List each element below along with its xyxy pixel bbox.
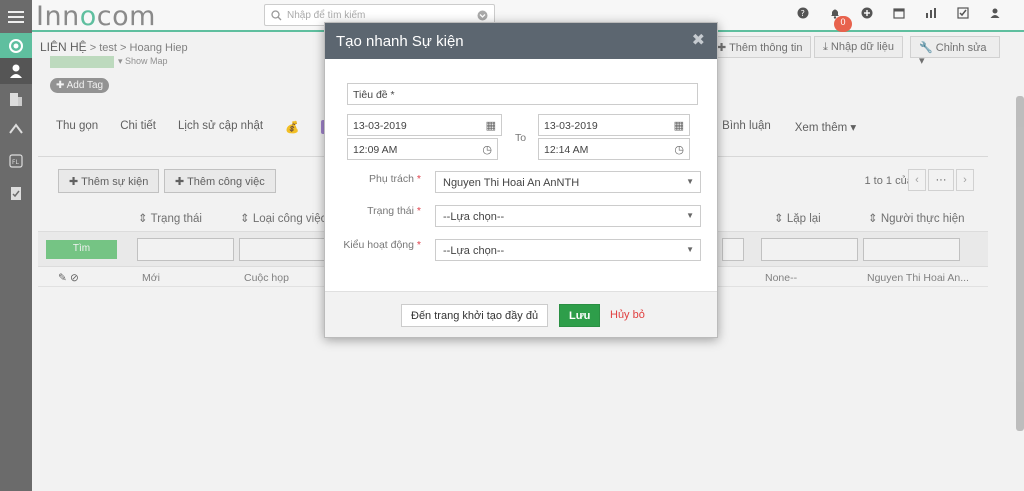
activity-type-label-text: Kiểu hoạt động xyxy=(343,239,414,251)
status-select[interactable]: --Lựa chọn-- ▼ xyxy=(435,205,701,227)
dialog-body: Tiêu đề * 13-03-2019 ▦ 12:09 AM ◷ To 13-… xyxy=(325,59,717,291)
chevron-down-icon: ▼ xyxy=(686,177,694,186)
header-icons: ? 0 xyxy=(794,7,1004,32)
clock-icon[interactable]: ◷ xyxy=(482,143,492,156)
start-time-value: 12:09 AM xyxy=(353,144,398,156)
quick-create-event-dialog: Tạo nhanh Sự kiện ✖ Tiêu đề * 13-03-2019… xyxy=(324,22,718,338)
status-label-text: Trạng thái xyxy=(367,205,414,217)
start-time-input[interactable]: 12:09 AM ◷ xyxy=(347,138,498,160)
start-date-input[interactable]: 13-03-2019 ▦ xyxy=(347,114,502,136)
activity-type-label: Kiểu hoạt động * xyxy=(343,239,421,251)
end-time-value: 12:14 AM xyxy=(544,144,589,156)
add-circle-icon[interactable] xyxy=(858,7,876,23)
handshake-icon[interactable] xyxy=(0,116,32,142)
required-mark: * xyxy=(416,173,421,185)
user-icon[interactable] xyxy=(986,7,1004,23)
chevron-down-icon: ▼ xyxy=(686,211,694,220)
event-title-input[interactable]: Tiêu đề * xyxy=(347,83,698,105)
end-time-input[interactable]: 12:14 AM ◷ xyxy=(538,138,690,160)
menu-icon[interactable] xyxy=(0,4,32,30)
calendar-icon[interactable]: ▦ xyxy=(486,119,496,132)
document-check-icon[interactable] xyxy=(0,180,32,206)
calendar-icon[interactable] xyxy=(890,7,908,23)
assignee-select[interactable]: Nguyen Thi Hoai An AnNTH ▼ xyxy=(435,171,701,193)
status-value: --Lựa chọn-- xyxy=(443,211,505,223)
required-mark: * xyxy=(416,205,421,217)
notification-badge: 0 xyxy=(834,16,852,32)
dialog-header: Tạo nhanh Sự kiện ✖ xyxy=(325,23,717,59)
search-icon xyxy=(271,10,282,21)
assignee-label-text: Phụ trách xyxy=(369,173,414,185)
end-date-value: 13-03-2019 xyxy=(544,120,598,132)
chevron-down-circle-icon[interactable] xyxy=(477,10,488,21)
search-placeholder: Nhập để tìm kiếm xyxy=(287,10,366,21)
clock-icon[interactable]: ◷ xyxy=(674,143,684,156)
chevron-down-icon: ▼ xyxy=(686,245,694,254)
activity-type-value: --Lựa chọn-- xyxy=(443,245,505,257)
dashboard-icon[interactable] xyxy=(0,33,32,59)
dialog-title: Tạo nhanh Sự kiện xyxy=(336,33,464,50)
help-icon[interactable]: ? xyxy=(794,7,812,23)
logo-text: Innocom xyxy=(36,1,156,32)
event-title-placeholder: Tiêu đề * xyxy=(353,89,395,101)
building-icon[interactable] xyxy=(0,86,32,112)
file-list-icon[interactable]: FL xyxy=(0,148,32,174)
bar-chart-icon[interactable] xyxy=(922,7,940,23)
date-range-to-label: To xyxy=(515,132,527,144)
svg-text:FL: FL xyxy=(12,159,19,166)
required-mark: * xyxy=(416,239,421,251)
left-rail: FL xyxy=(0,0,32,491)
contact-icon[interactable] xyxy=(0,58,32,84)
start-date-value: 13-03-2019 xyxy=(353,120,407,132)
app-logo[interactable]: Innocom xyxy=(36,1,156,32)
calendar-icon[interactable]: ▦ xyxy=(674,119,684,132)
assignee-label: Phụ trách * xyxy=(369,173,421,185)
assignee-value: Nguyen Thi Hoai An AnNTH xyxy=(443,177,580,189)
cancel-button[interactable]: Hủy bỏ xyxy=(601,304,654,327)
notification-bell-icon[interactable]: 0 xyxy=(826,7,852,32)
task-check-icon[interactable] xyxy=(954,7,972,23)
close-icon[interactable]: ✖ xyxy=(692,30,705,50)
activity-type-select[interactable]: --Lựa chọn-- ▼ xyxy=(435,239,701,261)
save-button[interactable]: Lưu xyxy=(559,304,601,327)
svg-text:?: ? xyxy=(801,9,805,18)
status-label: Trạng thái * xyxy=(367,205,421,217)
go-to-full-form-button[interactable]: Đến trang khởi tạo đầy đủ xyxy=(401,304,549,327)
dialog-footer: Đến trang khởi tạo đầy đủ Lưu Hủy bỏ xyxy=(325,291,717,337)
end-date-input[interactable]: 13-03-2019 ▦ xyxy=(538,114,690,136)
